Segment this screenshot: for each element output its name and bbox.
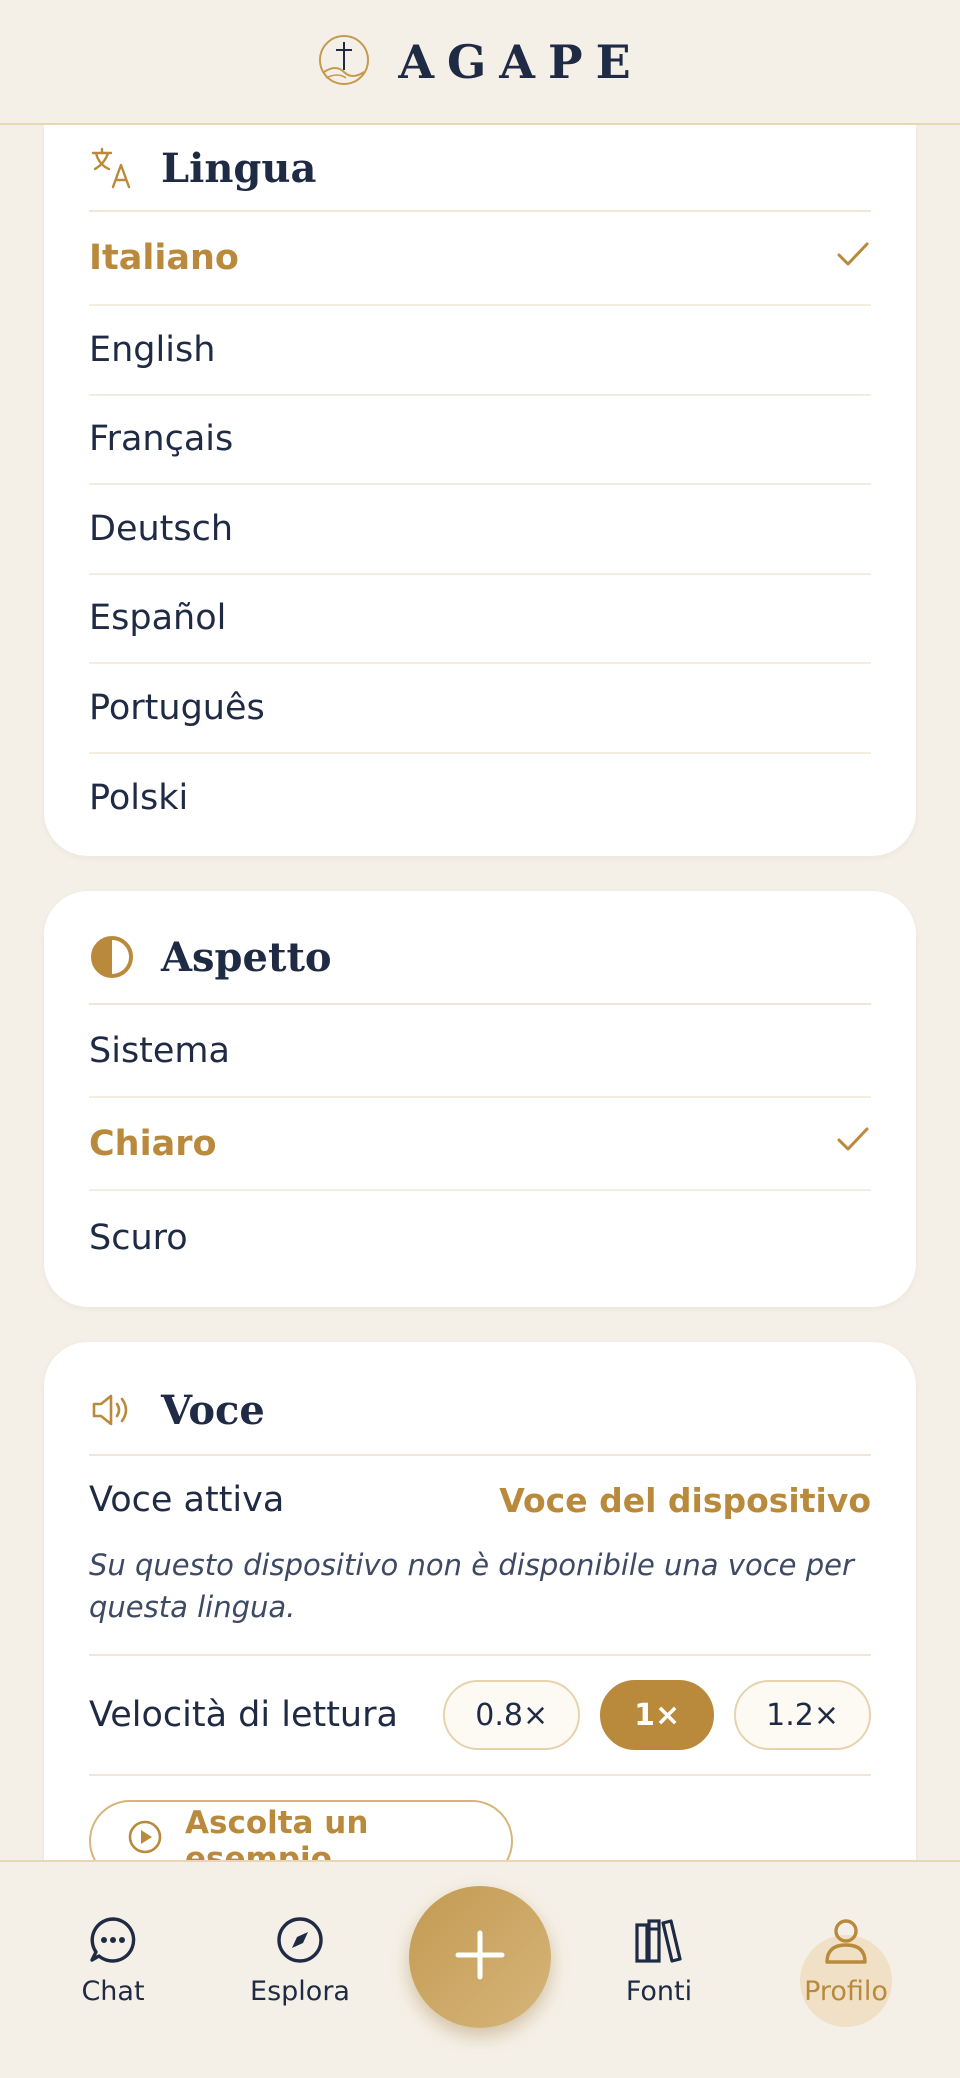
nav-chat[interactable]: Chat: [48, 1912, 178, 2007]
language-option-label: Italiano: [89, 238, 239, 278]
settings-content[interactable]: Lingua Italiano English Français Deutsch Esp…: [0, 0, 960, 1860]
listen-sample-label: Ascolta un esempio: [185, 1805, 369, 1860]
nav-explore-label: Esplora: [250, 1976, 350, 2007]
nav-sources[interactable]: Fonti: [594, 1912, 724, 2007]
active-voice-row[interactable]: Voce attiva Voce del dispositivo: [89, 1456, 871, 1544]
plus-icon: [452, 1927, 508, 1987]
reading-speed-label: Velocità di lettura: [89, 1695, 398, 1735]
speed-chip[interactable]: 1.2×: [734, 1680, 871, 1750]
voice-section-header: Voce: [89, 1366, 871, 1456]
speed-chip[interactable]: 0.8×: [443, 1680, 581, 1750]
contrast-icon: [89, 934, 135, 980]
language-option-label: English: [89, 329, 216, 370]
language-option-label: Español: [89, 598, 227, 639]
appearance-card: Aspetto Sistema Chiaro Scuro: [44, 891, 916, 1307]
chat-icon: [85, 1912, 141, 1968]
language-option-label: Português: [89, 687, 265, 728]
appearance-option-label: Sistema: [89, 1030, 230, 1071]
language-option-label: Deutsch: [89, 508, 234, 549]
app-title: AGAPE: [398, 34, 644, 89]
logo-icon: [316, 32, 372, 92]
language-option-label: Français: [89, 419, 234, 460]
language-option[interactable]: Polski: [89, 754, 871, 844]
language-option[interactable]: English: [89, 306, 871, 396]
books-icon: [631, 1912, 687, 1968]
language-card: Lingua Italiano English Français Deutsch Esp…: [44, 80, 916, 856]
voice-title: Voce: [161, 1386, 265, 1434]
nav-sources-label: Fonti: [625, 1976, 693, 2007]
active-voice-value[interactable]: Voce del dispositivo: [499, 1481, 871, 1520]
language-option[interactable]: Deutsch: [89, 485, 871, 575]
speaker-icon: [89, 1387, 135, 1433]
translate-icon: [89, 145, 135, 191]
check-icon: [835, 1121, 871, 1166]
language-option[interactable]: Español: [89, 575, 871, 664]
speed-chip[interactable]: 1×: [600, 1680, 715, 1750]
appearance-option-label: Scuro: [89, 1217, 188, 1258]
check-icon: [835, 236, 871, 281]
play-icon: [127, 1819, 163, 1860]
appearance-section-header: Aspetto: [89, 911, 871, 1005]
appearance-option[interactable]: Chiaro: [89, 1098, 871, 1191]
nav-profile[interactable]: Profilo: [781, 1912, 911, 2007]
appearance-option[interactable]: Sistema: [89, 1005, 871, 1098]
nav-explore[interactable]: Esplora: [235, 1912, 365, 2007]
bottom-nav: Chat Esplora Fonti Profilo: [0, 1860, 960, 2078]
appearance-options: Sistema Chiaro Scuro: [89, 1005, 871, 1284]
language-title: Lingua: [161, 144, 317, 192]
appearance-option[interactable]: Scuro: [89, 1191, 871, 1284]
compass-icon: [272, 1912, 328, 1968]
language-option[interactable]: Français: [89, 396, 871, 485]
active-voice-label: Voce attiva: [89, 1480, 285, 1520]
new-chat-button[interactable]: [409, 1886, 551, 2028]
language-option-label: Polski: [89, 778, 189, 819]
language-options: Italiano English Français Deutsch Español Por…: [89, 212, 871, 843]
language-option[interactable]: Italiano: [89, 212, 871, 306]
voice-unavailable-note: Su questo dispositivo non è disponibile …: [89, 1544, 871, 1656]
voice-card: Voce Voce attiva Voce del dispositivo Su…: [44, 1342, 916, 1860]
reading-speed-row: Velocità di lettura 0.8× 1× 1.2×: [89, 1656, 871, 1776]
nav-chat-label: Chat: [81, 1976, 145, 2007]
app-header: AGAPE: [0, 0, 960, 125]
speed-options: 0.8× 1× 1.2×: [443, 1680, 871, 1750]
appearance-option-label: Chiaro: [89, 1123, 217, 1164]
language-section-header: Lingua: [89, 126, 871, 212]
user-icon: [818, 1912, 874, 1968]
nav-profile-label: Profilo: [804, 1976, 888, 2007]
brand: AGAPE: [316, 32, 643, 92]
language-option[interactable]: Português: [89, 664, 871, 754]
listen-sample-button[interactable]: Ascolta un esempio: [89, 1800, 513, 1860]
appearance-title: Aspetto: [161, 933, 332, 981]
